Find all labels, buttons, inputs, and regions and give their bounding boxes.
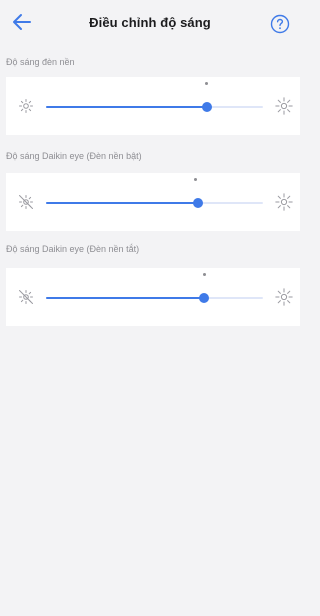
daikin-eye-off-brightness-slider[interactable] [46,293,263,303]
brightness-off-icon [19,195,33,209]
header: Điều chỉnh độ sáng [0,0,300,44]
daikin-eye-off-brightness-card [6,268,300,326]
daikin-eye-on-brightness-slider[interactable] [46,198,263,208]
default-marker [203,273,206,276]
default-marker [205,82,208,85]
slider-thumb[interactable] [199,293,210,303]
page-title: Điều chỉnh độ sáng [89,15,211,30]
slider-thumb[interactable] [201,102,212,112]
slider-thumb[interactable] [192,198,203,208]
brightness-high-icon [275,193,293,211]
brightness-high-icon [275,97,293,115]
backlight-brightness-slider[interactable] [46,102,263,112]
section-label-daikin-eye-off: Độ sáng Daikin eye (Đèn nền tắt) [6,244,140,254]
brightness-high-icon [275,288,293,306]
backlight-brightness-card [6,77,300,135]
slider-fill [46,202,198,204]
slider-fill [46,106,207,108]
slider-fill [46,297,205,299]
daikin-eye-on-brightness-card [6,173,300,231]
brightness-low-icon [19,99,33,113]
default-marker [194,178,197,181]
help-icon[interactable] [270,14,290,34]
brightness-off-icon [19,290,33,304]
section-label-daikin-eye-on: Độ sáng Daikin eye (Đèn nền bật) [6,151,142,161]
section-label-backlight: Độ sáng đèn nền [6,57,75,67]
